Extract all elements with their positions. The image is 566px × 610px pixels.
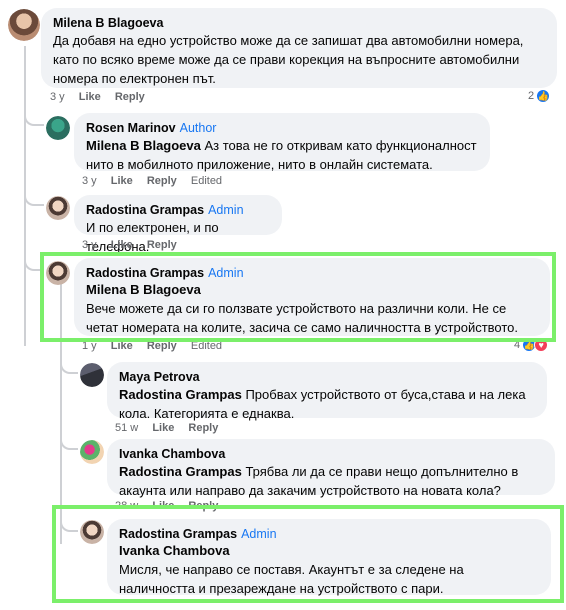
avatar[interactable] (46, 196, 70, 220)
comment-time[interactable]: 51 w (115, 422, 138, 434)
reply-button[interactable]: Reply (147, 175, 177, 187)
comment-time[interactable]: 3 y (82, 175, 97, 187)
highlight-frame (40, 252, 556, 342)
comment-author[interactable]: Rosen Marinov Author (86, 120, 478, 136)
reaction-count[interactable]: 2 👍 (528, 89, 551, 103)
like-button[interactable]: Like (111, 239, 133, 251)
thread-line (60, 356, 78, 374)
comment-time[interactable]: 3 y (82, 239, 97, 251)
comment-text: Radostina Grampas Пробвах устройството о… (119, 387, 526, 421)
avatar[interactable] (80, 440, 104, 464)
comment-actions: 51 w Like Reply (115, 422, 229, 434)
comment-actions: 3 y Like Reply (50, 91, 156, 103)
comment-text: Milena B Blagoeva Аз това не го откривам… (86, 138, 477, 172)
comment-bubble: Milena B Blagoeva Да добавя на едно устр… (41, 8, 557, 88)
comment-actions: 3 y Like Reply Edited (82, 175, 233, 187)
comment-text: Radostina Grampas Трябва ли да се прави … (119, 464, 519, 498)
comment-actions: 3 y Like Reply (82, 239, 188, 251)
thread-line (24, 190, 44, 206)
author-badge: Author (179, 121, 217, 135)
like-reaction-icon: 👍 (536, 89, 551, 103)
comment-author[interactable]: Maya Petrova (119, 369, 535, 385)
like-button[interactable]: Like (79, 91, 101, 103)
reply-button[interactable]: Reply (147, 239, 177, 251)
thread-line (60, 432, 78, 450)
like-button[interactable]: Like (111, 175, 133, 187)
reply-button[interactable]: Reply (115, 91, 145, 103)
mention-link[interactable]: Radostina Grampas (119, 387, 242, 402)
like-button[interactable]: Like (152, 422, 174, 434)
comment-author[interactable]: Milena B Blagoeva (53, 15, 545, 31)
admin-badge: Admin (208, 203, 244, 217)
avatar[interactable] (46, 116, 70, 140)
highlight-frame (52, 505, 564, 603)
mention-link[interactable]: Radostina Grampas (119, 464, 242, 479)
comment-text: Да добавя на едно устройство може да се … (53, 33, 524, 86)
thread-line (24, 110, 44, 126)
comment-bubble: Rosen Marinov Author Milena B Blagoeva Аз… (74, 113, 490, 172)
comment-author[interactable]: Ivanka Chambova (119, 446, 543, 462)
edited-label[interactable]: Edited (191, 175, 222, 187)
reply-button[interactable]: Reply (188, 422, 218, 434)
avatar[interactable] (80, 363, 104, 387)
comment-author[interactable]: Radostina Grampas Admin (86, 202, 270, 218)
comment-time[interactable]: 3 y (50, 91, 65, 103)
avatar[interactable] (8, 9, 40, 41)
comment-bubble: Maya Petrova Radostina Grampas Пробвах у… (107, 362, 547, 421)
comment-bubble: Ivanka Chambova Radostina Grampas Трябва… (107, 439, 555, 498)
mention-link[interactable]: Milena B Blagoeva (86, 138, 201, 153)
comment-bubble: Radostina Grampas Admin И по електронен, … (74, 195, 282, 254)
